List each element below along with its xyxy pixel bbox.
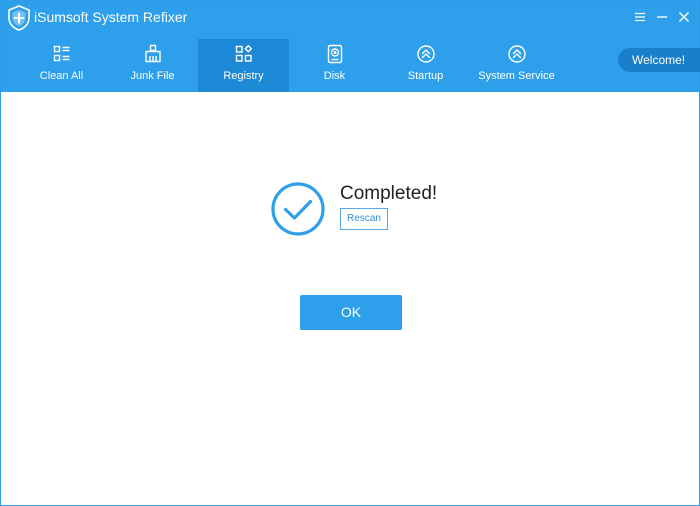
shield-logo-icon [8,5,30,31]
header: iSumsoft System Refixer Clean All Junk F… [1,1,700,92]
tab-system-service[interactable]: System Service [471,39,562,92]
welcome-button[interactable]: Welcome! [618,48,700,72]
title-bar[interactable]: iSumsoft System Refixer [1,1,699,35]
tab-startup[interactable]: Startup [380,39,471,92]
app-title: iSumsoft System Refixer [34,9,188,25]
main-nav: Clean All Junk File Registry Disk Startu… [16,39,562,92]
chevron-up-circle-icon [507,45,526,63]
close-icon [679,12,689,22]
tab-clean-all[interactable]: Clean All [16,39,107,92]
tab-label: Clean All [39,70,84,82]
result-panel: Completed! Rescan OK [1,92,699,505]
broom-icon [144,44,161,63]
check-circle-icon [271,182,325,236]
tab-label: Junk File [130,70,175,82]
tab-label: Disk [323,70,346,82]
menu-button[interactable] [629,9,651,25]
completion-status: Completed! [340,183,438,204]
window-controls [629,9,695,25]
hamburger-menu-icon [635,12,645,22]
rescan-button[interactable]: Rescan [340,208,388,230]
minimize-button[interactable] [651,9,673,25]
disk-drive-icon [327,44,342,64]
tab-label: Registry [223,70,264,82]
tab-disk[interactable]: Disk [289,39,380,92]
list-grid-icon [53,45,69,62]
tab-label: Startup [407,70,444,82]
tab-label: System Service [478,70,555,82]
ok-button[interactable]: OK [300,295,402,330]
minimize-icon [657,16,667,18]
app-window: iSumsoft System Refixer Clean All Junk F… [0,0,700,506]
close-button[interactable] [673,9,695,25]
tab-registry[interactable]: Registry [198,39,289,92]
chevron-up-circle-icon [416,45,435,63]
registry-blocks-icon [235,44,252,62]
tab-junk-file[interactable]: Junk File [107,39,198,92]
